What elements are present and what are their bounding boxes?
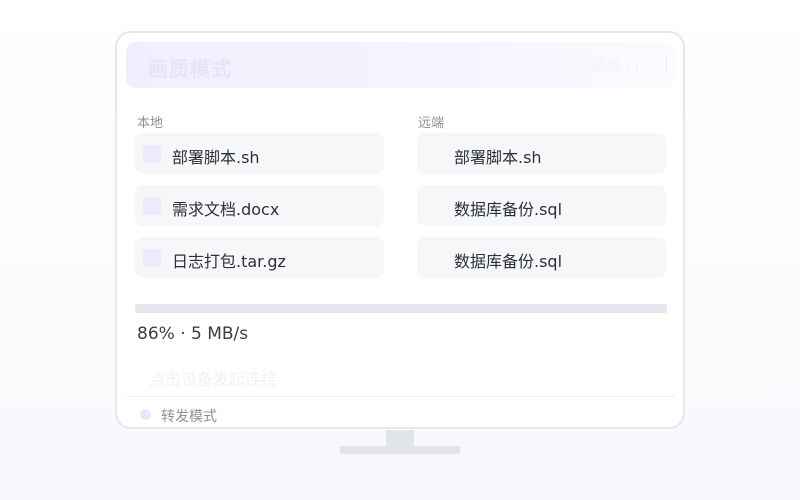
file-name: 日志打包.tar.gz bbox=[172, 252, 286, 271]
file-checkbox[interactable] bbox=[143, 197, 161, 215]
monitor-stand-neck bbox=[386, 430, 414, 446]
title-bar-divider bbox=[666, 56, 667, 72]
remote-heading: 远端 bbox=[418, 116, 445, 131]
remote-file-item[interactable]: 部署脚本.sh bbox=[417, 133, 666, 174]
local-file-item[interactable]: 日志打包.tar.gz bbox=[135, 237, 384, 278]
file-name: 数据库备份.sql bbox=[454, 252, 563, 271]
transfer-status: 86% · 5 MB/s bbox=[137, 324, 249, 344]
connect-hint[interactable]: 点击设备发起连接 bbox=[149, 366, 277, 390]
remote-file-item[interactable]: 数据库备份.sql bbox=[417, 185, 666, 226]
title-bar-controls[interactable]: 画质 | | bbox=[593, 56, 639, 76]
local-file-item[interactable]: 部署脚本.sh bbox=[135, 133, 384, 174]
title-bar: 画质模式 画质 | | bbox=[126, 42, 675, 88]
file-name: 数据库备份.sql bbox=[454, 200, 563, 219]
page-title: 画质模式 bbox=[148, 57, 232, 81]
file-name: 部署脚本.sh bbox=[172, 148, 260, 167]
file-checkbox[interactable] bbox=[143, 249, 161, 267]
transfer-progress-fill bbox=[135, 304, 593, 313]
forward-mode-label[interactable]: 转发模式 bbox=[161, 406, 217, 426]
local-heading: 本地 bbox=[137, 116, 164, 131]
transfer-progress-bar bbox=[135, 304, 667, 313]
footer-divider bbox=[126, 396, 675, 397]
file-name: 需求文档.docx bbox=[172, 200, 280, 219]
file-name: 部署脚本.sh bbox=[454, 148, 542, 167]
monitor-screen: 画质模式 画质 | | 本地 远端 部署脚本.sh 需求文档.docx 日志打包… bbox=[115, 31, 685, 429]
file-checkbox[interactable] bbox=[143, 145, 161, 163]
mode-indicator-dot bbox=[140, 409, 151, 420]
remote-file-item[interactable]: 数据库备份.sql bbox=[417, 237, 666, 278]
local-file-item[interactable]: 需求文档.docx bbox=[135, 185, 384, 226]
monitor-stand-base bbox=[340, 446, 460, 454]
